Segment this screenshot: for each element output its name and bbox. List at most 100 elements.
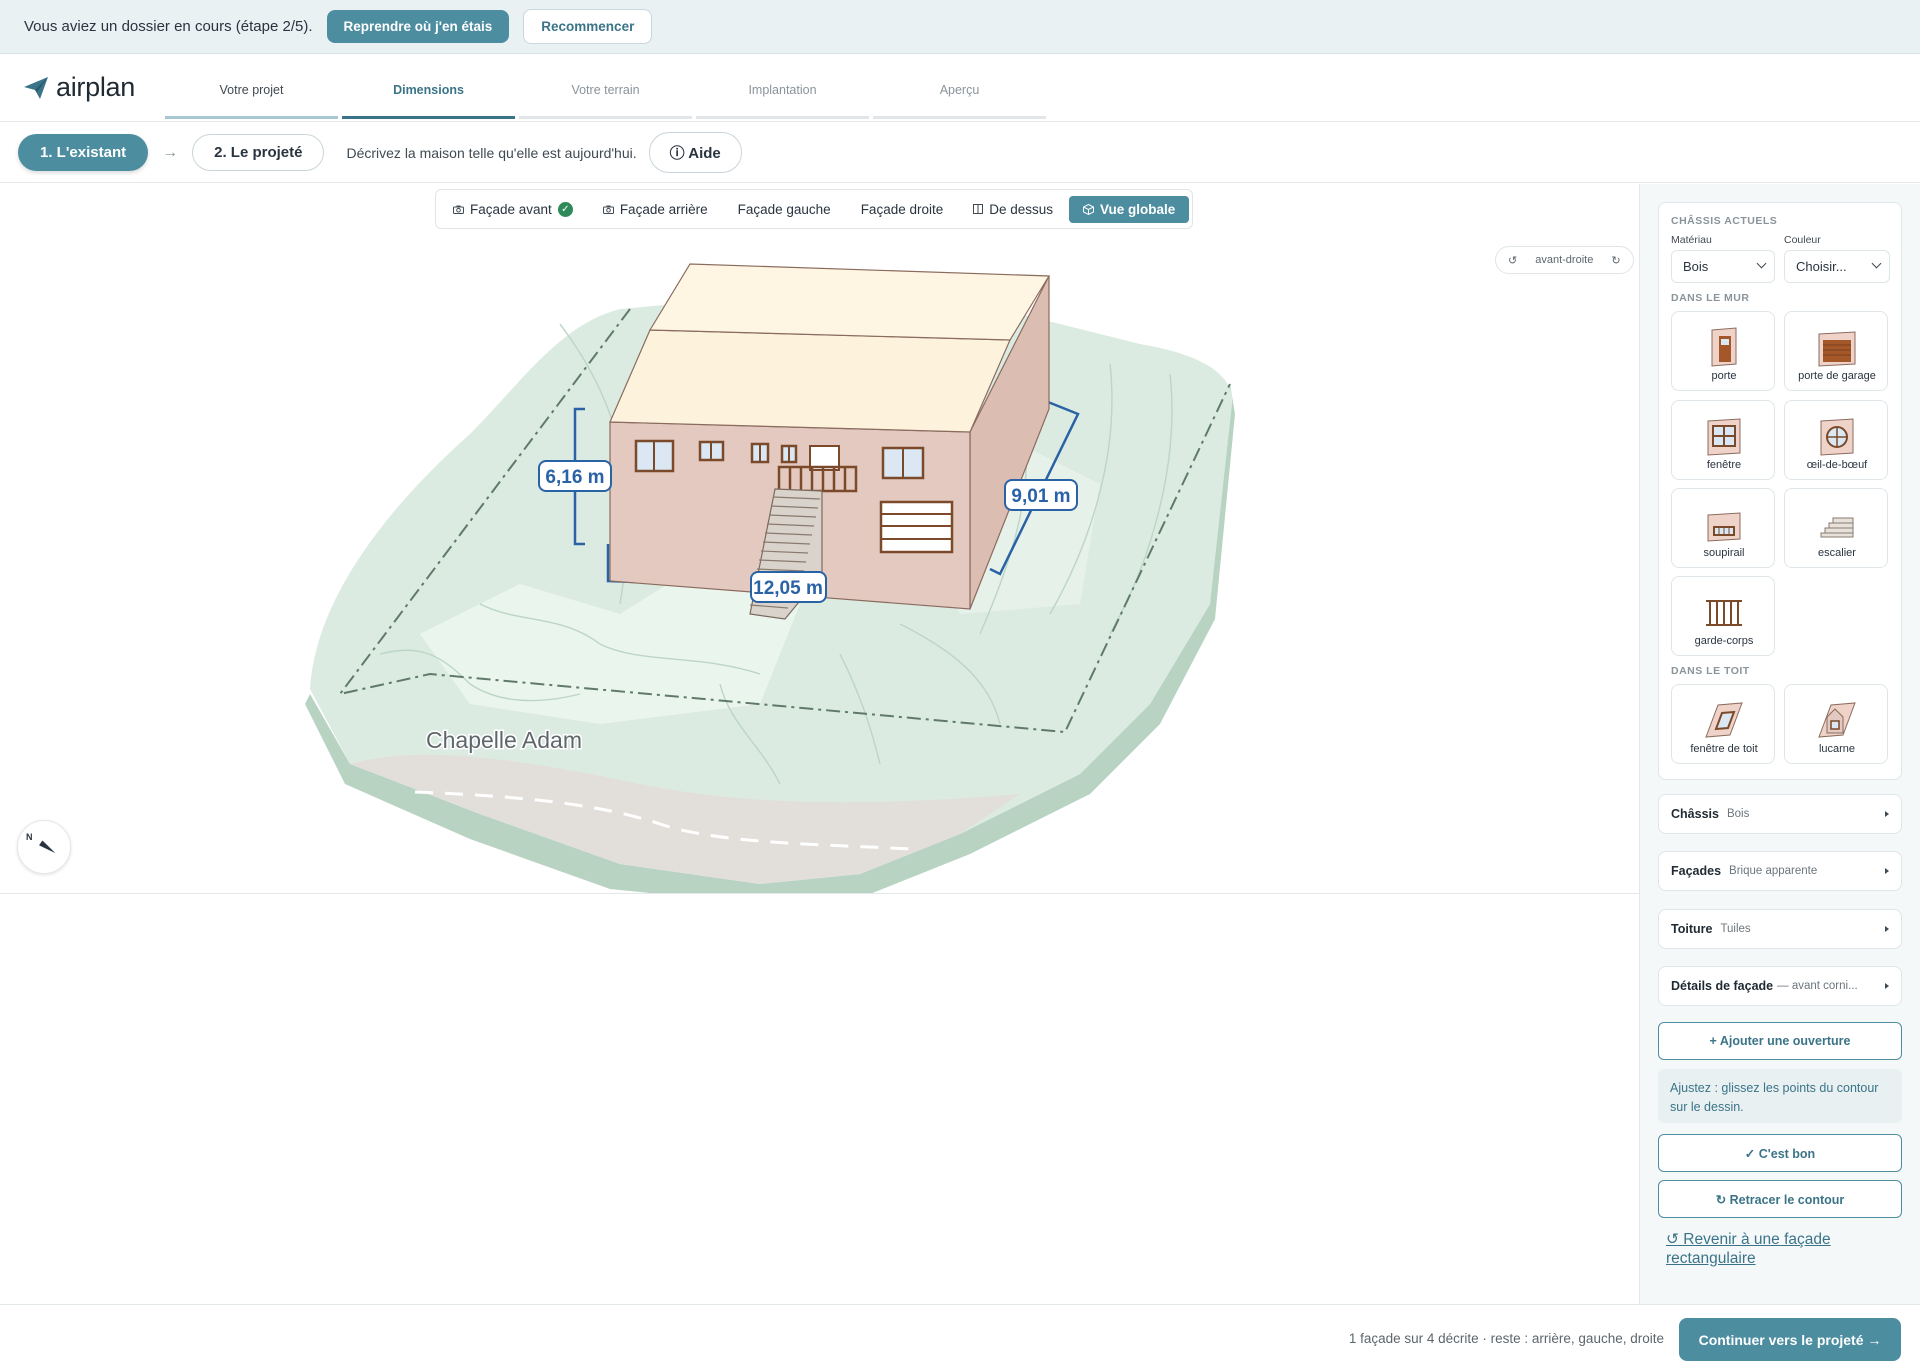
item-label: garde-corps bbox=[1694, 635, 1754, 647]
accordion-details-facade[interactable]: Détails de façade — avant corni... bbox=[1658, 966, 1902, 1006]
restart-button[interactable]: Recommencer bbox=[523, 9, 653, 44]
item-label: œil-de-bœuf bbox=[1806, 459, 1868, 471]
accordion-title: Détails de façade bbox=[1671, 979, 1774, 993]
item-escalier[interactable]: escalier bbox=[1784, 488, 1888, 568]
tab-facade-arriere[interactable]: Façade arrière bbox=[589, 196, 722, 223]
accordion-title: Façades bbox=[1671, 864, 1722, 878]
accordion-toiture[interactable]: Toiture Tuiles bbox=[1658, 909, 1902, 949]
openings-card: CHÂSSIS ACTUELS Matériau Couleur Bois Ch… bbox=[1658, 202, 1902, 780]
rotate-right-icon[interactable]: ↻ bbox=[1611, 254, 1620, 267]
view-tabs: Façade avant ✓ Façade arrière Façade gau… bbox=[435, 189, 1194, 229]
3d-viewport[interactable]: Façade avant ✓ Façade arrière Façade gau… bbox=[0, 184, 1639, 894]
item-garde-corps[interactable]: garde-corps bbox=[1671, 576, 1775, 656]
dimension-label-width: 12,05 m bbox=[750, 571, 827, 603]
round-window-icon bbox=[1820, 418, 1854, 456]
existing-phase-button[interactable]: 1. L'existant bbox=[18, 134, 149, 171]
item-porte-de-garage[interactable]: porte de garage bbox=[1784, 311, 1888, 391]
wall-section-title: DANS LE MUR bbox=[1671, 292, 1750, 304]
continue-button[interactable]: Continuer vers le projeté → bbox=[1679, 1318, 1901, 1361]
project-phase-button[interactable]: 2. Le projeté bbox=[192, 134, 325, 171]
chevron-down-icon bbox=[1756, 258, 1767, 269]
confirm-button[interactable]: ✓ C'est bon bbox=[1658, 1134, 1902, 1172]
window-icon bbox=[1707, 418, 1741, 456]
camera-icon bbox=[453, 205, 464, 214]
tab-de-dessus[interactable]: De dessus bbox=[959, 196, 1067, 223]
stairs-icon bbox=[1820, 517, 1854, 538]
tab-label: Façade avant bbox=[470, 201, 552, 217]
color-select[interactable]: Choisir... bbox=[1784, 250, 1890, 283]
item-oeil-de-boeuf[interactable]: œil-de-bœuf bbox=[1784, 400, 1888, 480]
material-select[interactable]: Bois bbox=[1671, 250, 1775, 283]
orientation-label: avant-droite bbox=[1535, 254, 1594, 266]
house-roof-front bbox=[609, 329, 1011, 433]
step-apercu[interactable]: Aperçu bbox=[873, 63, 1046, 119]
plan-icon bbox=[973, 204, 984, 214]
item-label: fenêtre bbox=[1706, 459, 1742, 471]
camera-icon bbox=[602, 205, 614, 214]
side-panel: CHÂSSIS ACTUELS Matériau Couleur Bois Ch… bbox=[1639, 184, 1920, 1304]
brand-name: airplan bbox=[56, 72, 135, 102]
progress-status: 1 façade sur 4 décrite · reste : arrière… bbox=[1348, 1331, 1664, 1346]
phase-bar: 1. L'existant → 2. Le projeté Décrivez l… bbox=[0, 123, 1920, 183]
compass-needle-icon bbox=[39, 840, 57, 855]
tab-label: De dessus bbox=[989, 201, 1054, 217]
cube-icon bbox=[1083, 203, 1095, 215]
item-porte[interactable]: porte bbox=[1671, 311, 1775, 391]
caret-right-icon bbox=[1885, 811, 1889, 817]
item-label: lucarne bbox=[1818, 743, 1856, 755]
revert-rectangular-link[interactable]: ↺ Revenir à une façade rectangulaire bbox=[1666, 1230, 1896, 1268]
tab-label: Façade droite bbox=[860, 201, 944, 217]
step-votre-projet[interactable]: Votre projet bbox=[165, 63, 338, 119]
garage-door bbox=[879, 500, 954, 554]
tab-facade-gauche[interactable]: Façade gauche bbox=[724, 196, 845, 223]
tab-label: Vue globale bbox=[1100, 201, 1176, 217]
material-label: Matériau bbox=[1671, 234, 1712, 246]
step-implantation[interactable]: Implantation bbox=[696, 63, 869, 119]
height-value: 6,16 m bbox=[545, 467, 604, 488]
place-name: Chapelle Adam bbox=[426, 727, 582, 753]
dimension-label-height: 6,16 m bbox=[538, 460, 612, 492]
wizard-steps: Votre projet Dimensions Votre terrain Im… bbox=[165, 55, 1046, 119]
accordion-value: Brique apparente bbox=[1729, 865, 1818, 877]
garage-door-icon bbox=[1818, 331, 1856, 367]
width-value: 12,05 m bbox=[753, 578, 823, 599]
item-label: fenêtre de toit bbox=[1690, 743, 1758, 755]
add-opening-button[interactable]: + Ajouter une ouverture bbox=[1658, 1022, 1902, 1060]
rotate-left-icon[interactable]: ↺ bbox=[1508, 254, 1517, 267]
contour-hint: Ajustez : glissez les points du contour … bbox=[1658, 1069, 1902, 1123]
arrow-right-icon: → bbox=[162, 143, 179, 161]
tab-facade-droite[interactable]: Façade droite bbox=[847, 196, 958, 223]
item-label: porte bbox=[1711, 370, 1737, 382]
step-votre-terrain[interactable]: Votre terrain bbox=[519, 63, 692, 119]
accordion-value: Bois bbox=[1726, 808, 1750, 820]
logo[interactable]: airplan bbox=[24, 72, 135, 103]
accordion-facades[interactable]: Façades Brique apparente bbox=[1658, 851, 1902, 891]
step-dimensions[interactable]: Dimensions bbox=[342, 63, 515, 119]
north-label: N bbox=[26, 832, 33, 842]
tab-facade-avant[interactable]: Façade avant ✓ bbox=[439, 196, 587, 223]
item-lucarne[interactable]: lucarne bbox=[1784, 684, 1888, 764]
tab-vue-globale[interactable]: Vue globale bbox=[1069, 195, 1190, 223]
depth-value: 9,01 m bbox=[1011, 486, 1070, 507]
caret-right-icon bbox=[1885, 983, 1889, 989]
resume-banner: Vous aviez un dossier en cours (étape 2/… bbox=[0, 0, 1920, 54]
railing-icon bbox=[1706, 600, 1742, 626]
caret-right-icon bbox=[1885, 926, 1889, 932]
help-button[interactable]: ⓘ Aide bbox=[648, 132, 742, 173]
chevron-down-icon bbox=[1871, 258, 1882, 269]
color-label: Couleur bbox=[1784, 234, 1821, 246]
top-navigation: airplan Votre projet Dimensions Votre te… bbox=[0, 55, 1920, 122]
item-fenetre-de-toit[interactable]: fenêtre de toit bbox=[1671, 684, 1775, 764]
item-label: soupirail bbox=[1703, 547, 1745, 559]
door-icon bbox=[1711, 327, 1737, 367]
material-value: Bois bbox=[1683, 259, 1709, 274]
accordion-chassis[interactable]: Châssis Bois bbox=[1658, 794, 1902, 834]
compass[interactable]: N bbox=[17, 820, 71, 874]
resume-button[interactable]: Reprendre où j'en étais bbox=[326, 10, 510, 43]
roof-section-title: DANS LE TOIT bbox=[1671, 665, 1750, 677]
accordion-title: Toiture bbox=[1671, 922, 1713, 936]
retrace-contour-button[interactable]: ↻ Retracer le contour bbox=[1658, 1180, 1902, 1218]
item-label: escalier bbox=[1818, 547, 1856, 559]
item-soupirail[interactable]: soupirail bbox=[1671, 488, 1775, 568]
item-fenetre[interactable]: fenêtre bbox=[1671, 400, 1775, 480]
